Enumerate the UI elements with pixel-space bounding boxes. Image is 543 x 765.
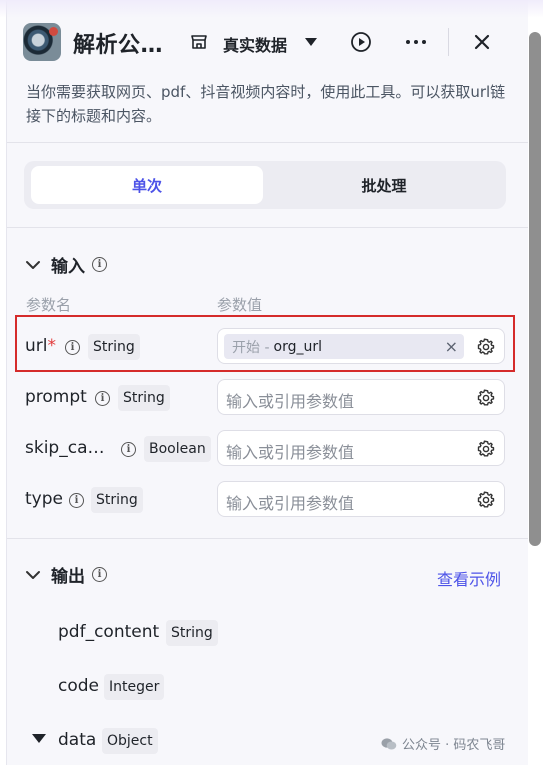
caret-down-icon[interactable] bbox=[299, 30, 323, 54]
gear-icon[interactable] bbox=[476, 490, 496, 510]
param-value-input[interactable]: 输入或引用参数值 bbox=[217, 481, 505, 517]
param-value-header: 参数值 bbox=[217, 296, 263, 314]
type-badge: String bbox=[166, 620, 218, 646]
gear-icon[interactable] bbox=[476, 439, 496, 459]
panel-header: 解析公… 真实数据 bbox=[23, 18, 523, 66]
param-name-header: 参数名 bbox=[26, 296, 72, 314]
type-badge: String bbox=[118, 385, 170, 411]
ref-source: 开始 - bbox=[232, 339, 270, 356]
info-icon[interactable]: i bbox=[65, 340, 80, 355]
view-example-link[interactable]: 查看示例 bbox=[437, 566, 501, 590]
required-mark: * bbox=[47, 336, 57, 356]
info-icon[interactable]: i bbox=[92, 257, 107, 272]
ref-variable: org_url bbox=[273, 338, 322, 355]
output-section-header[interactable]: 输出 i bbox=[25, 562, 107, 587]
watermark: 公众号 · 码农飞哥 bbox=[381, 734, 505, 753]
placeholder: 输入或引用参数值 bbox=[226, 392, 355, 411]
divider bbox=[7, 142, 528, 143]
info-icon[interactable]: i bbox=[69, 493, 84, 508]
output-field-name: code bbox=[58, 676, 99, 696]
param-value-input[interactable]: 输入或引用参数值 bbox=[217, 430, 505, 466]
gear-icon[interactable] bbox=[476, 337, 496, 357]
type-badge: String bbox=[88, 334, 140, 360]
run-mode-tabs: 单次 批处理 bbox=[24, 161, 506, 209]
clear-icon[interactable]: × bbox=[445, 337, 458, 356]
input-section-title: 输入 bbox=[51, 257, 85, 277]
wechat-icon bbox=[381, 737, 397, 749]
param-row-url: url* i String 开始 - org_url × bbox=[7, 328, 528, 368]
param-value-input[interactable]: 开始 - org_url × bbox=[217, 328, 505, 364]
type-badge: Object bbox=[102, 728, 158, 754]
param-row-type: type i String 输入或引用参数值 bbox=[7, 481, 528, 521]
param-row-prompt: prompt i String 输入或引用参数值 bbox=[7, 379, 528, 419]
info-icon[interactable]: i bbox=[95, 391, 110, 406]
param-name: type bbox=[25, 489, 63, 509]
chevron-down-icon[interactable] bbox=[25, 570, 41, 580]
placeholder: 输入或引用参数值 bbox=[226, 494, 355, 513]
divider bbox=[7, 538, 528, 539]
input-section-header[interactable]: 输入 i bbox=[25, 252, 107, 277]
close-icon[interactable] bbox=[470, 30, 494, 54]
tab-batch[interactable]: 批处理 bbox=[268, 166, 500, 204]
info-icon[interactable]: i bbox=[121, 442, 136, 457]
tab-single[interactable]: 单次 bbox=[31, 166, 263, 204]
type-badge: Integer bbox=[104, 674, 165, 700]
output-field-name: data bbox=[58, 730, 97, 750]
type-badge: Boolean bbox=[144, 436, 211, 462]
param-name: url* bbox=[25, 336, 56, 356]
placeholder: 输入或引用参数值 bbox=[226, 443, 355, 462]
output-section-title: 输出 bbox=[51, 567, 85, 587]
reference-chip[interactable]: 开始 - org_url × bbox=[224, 334, 464, 359]
data-mode-select[interactable]: 真实数据 bbox=[223, 32, 287, 56]
chevron-down-icon[interactable] bbox=[25, 260, 41, 270]
plugin-title: 解析公… bbox=[73, 33, 164, 58]
plugin-description: 当你需要获取网页、pdf、抖音视频内容时，使用此工具。可以获取url链接下的标题… bbox=[26, 83, 506, 125]
store-icon[interactable] bbox=[187, 30, 211, 54]
type-badge: String bbox=[91, 487, 143, 513]
gear-icon[interactable] bbox=[476, 388, 496, 408]
plugin-avatar bbox=[23, 23, 61, 61]
expand-triangle-icon[interactable] bbox=[32, 734, 46, 743]
node-config-panel: 解析公… 真实数据 当你需要获取网页、pdf、抖音视频内容时，使用此工具。可以获… bbox=[6, 0, 528, 765]
param-row-skip-cache: skip_ca… i Boolean 输入或引用参数值 bbox=[7, 430, 528, 470]
output-field-name: pdf_content bbox=[58, 622, 160, 642]
param-name: skip_ca… bbox=[25, 438, 105, 458]
param-value-input[interactable]: 输入或引用参数值 bbox=[217, 379, 505, 415]
param-name: prompt bbox=[25, 387, 87, 407]
header-divider bbox=[448, 28, 449, 56]
info-icon[interactable]: i bbox=[92, 567, 107, 582]
divider bbox=[7, 227, 528, 228]
scrollbar[interactable] bbox=[529, 32, 541, 546]
more-icon[interactable] bbox=[404, 30, 428, 54]
play-icon[interactable] bbox=[349, 30, 373, 54]
